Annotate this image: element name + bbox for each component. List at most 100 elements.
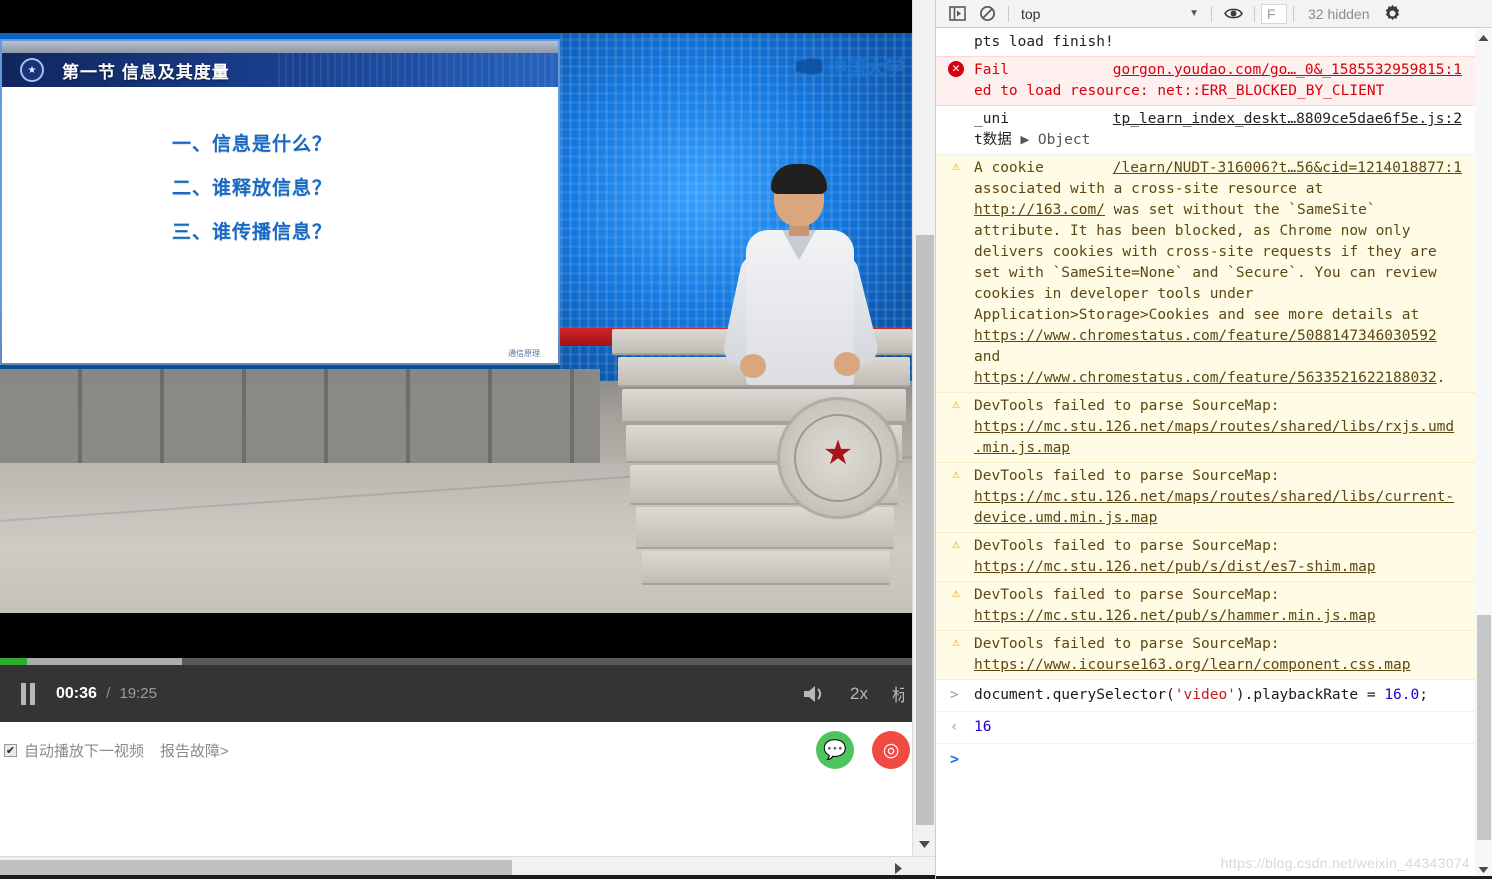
console-link[interactable]: https://www.chromestatus.com/feature/508… bbox=[974, 328, 1437, 344]
console-scroll-content: pts load finish! ✕ gorgon.youdao.com/go…… bbox=[936, 29, 1476, 879]
console-message-text: _uni bbox=[974, 111, 1009, 127]
gear-icon[interactable] bbox=[1378, 1, 1408, 27]
result-caret-icon: ‹ bbox=[950, 719, 959, 735]
console-filter-input[interactable]: F bbox=[1261, 3, 1287, 24]
console-message-text-cont: and bbox=[974, 349, 1001, 365]
console-link[interactable]: https://mc.stu.126.net/maps/routes/share… bbox=[974, 419, 1454, 456]
lecture-slide: ★ 第一节 信息及其度量 一、信息是什么？ 二、谁释放信息？ 三、谁传播信息？ … bbox=[2, 41, 558, 363]
video-control-right-group: 2x 标 bbox=[792, 681, 912, 706]
toolbar-divider bbox=[1293, 5, 1294, 22]
slide-line: 三、谁传播信息？ bbox=[172, 222, 333, 243]
console-vertical-scrollbar-thumb[interactable] bbox=[1477, 615, 1491, 840]
console-message[interactable]: ⚠ DevTools failed to parse SourceMap: ht… bbox=[936, 393, 1476, 463]
command-part2: ).playbackRate = bbox=[1235, 687, 1376, 703]
video-quality-button[interactable]: 标 bbox=[882, 681, 904, 706]
console-scroll-up-arrow-icon[interactable] bbox=[1475, 29, 1492, 47]
shield-emblem-icon: ★ bbox=[20, 58, 44, 82]
book-icon bbox=[795, 58, 822, 75]
mooc-watermark: 中国大学 bbox=[795, 53, 904, 80]
console-message-text: pts load finish! bbox=[974, 34, 1114, 50]
volume-icon[interactable] bbox=[792, 683, 836, 705]
chevron-down-icon: ▼ bbox=[1189, 8, 1199, 19]
console-link[interactable]: https://mc.stu.126.net/pub/s/hammer.min.… bbox=[974, 608, 1376, 624]
console-link[interactable]: https://www.icourse163.org/learn/compone… bbox=[974, 657, 1411, 673]
video-progress-played bbox=[0, 658, 28, 665]
video-time-display: 00:36 / 19:25 bbox=[56, 685, 157, 703]
warning-icon: ⚠ bbox=[952, 635, 960, 650]
slide-body: 一、信息是什么？ 二、谁释放信息？ 三、谁传播信息？ bbox=[2, 87, 558, 363]
video-progress-bar[interactable] bbox=[0, 658, 912, 665]
page-vertical-scrollbar-thumb[interactable] bbox=[916, 235, 934, 825]
video-time-separator: / bbox=[106, 684, 111, 702]
autoplay-label[interactable]: 自动播放下一视频 bbox=[24, 740, 144, 761]
slide-line: 二、谁释放信息？ bbox=[172, 178, 333, 199]
warning-icon: ⚠ bbox=[952, 159, 960, 174]
console-message-text: DevTools failed to parse SourceMap: bbox=[974, 538, 1280, 554]
console-link[interactable]: https://mc.stu.126.net/pub/s/dist/es7-sh… bbox=[974, 559, 1376, 575]
console-message-text-cont: . bbox=[1436, 370, 1446, 386]
warning-icon: ⚠ bbox=[952, 537, 960, 552]
video-under-bar: ✔ 自动播放下一视频 报告故障> 💬 ◎ bbox=[0, 722, 912, 778]
live-expression-eye-icon[interactable] bbox=[1218, 1, 1248, 27]
video-frame: ★ ★ 第一节 信息及其度量 一、信息是什么？ 二、谁释放信息？ 三、谁传播信息… bbox=[0, 33, 912, 613]
console-message[interactable]: tp_learn_index_deskt…8809ce5dae6f5e.js:2… bbox=[936, 106, 1476, 155]
console-source-link[interactable]: gorgon.youdao.com/go…_0&_1585532959815:1 bbox=[1113, 60, 1462, 81]
object-expand-toggle[interactable]: ▶ Object bbox=[1020, 132, 1090, 148]
console-command-result[interactable]: ‹ 16 bbox=[936, 712, 1476, 744]
console-message-text: DevTools failed to parse SourceMap: bbox=[974, 636, 1280, 652]
console-executed-command[interactable]: > document.querySelector('video').playbac… bbox=[936, 680, 1476, 712]
console-message-list[interactable]: pts load finish! ✕ gorgon.youdao.com/go…… bbox=[936, 29, 1492, 879]
autoplay-checkbox[interactable]: ✔ bbox=[4, 743, 17, 757]
console-result-value: 16 bbox=[974, 719, 992, 735]
window-bottom-edge bbox=[0, 875, 935, 879]
console-message[interactable]: ⚠ DevTools failed to parse SourceMap: ht… bbox=[936, 463, 1476, 533]
hidden-messages-count[interactable]: 32 hidden bbox=[1300, 6, 1378, 22]
command-part3: ; bbox=[1419, 687, 1428, 703]
lecturer-figure bbox=[720, 164, 882, 385]
console-message[interactable]: ⚠ /learn/NUDT-316006?t…56&cid=1214018877… bbox=[936, 155, 1476, 393]
clear-console-icon[interactable] bbox=[972, 1, 1002, 27]
console-link[interactable]: http://163.com/ bbox=[974, 202, 1105, 218]
toolbar-divider bbox=[1008, 5, 1009, 22]
execution-context-value: top bbox=[1021, 5, 1041, 22]
console-message[interactable]: ⚠ DevTools failed to parse SourceMap: ht… bbox=[936, 631, 1476, 680]
console-message-text-cont: was set without the `SameSite` attribute… bbox=[974, 202, 1437, 323]
console-message[interactable]: ✕ gorgon.youdao.com/go…_0&_1585532959815… bbox=[936, 56, 1476, 106]
console-sidebar-icon[interactable] bbox=[942, 1, 972, 27]
slide-top-bar bbox=[2, 41, 558, 53]
console-message[interactable]: ⚠ DevTools failed to parse SourceMap: ht… bbox=[936, 582, 1476, 631]
wechat-share-icon[interactable]: 💬 bbox=[816, 731, 854, 769]
execution-context-select[interactable]: top ▼ bbox=[1015, 3, 1205, 25]
warning-icon: ⚠ bbox=[952, 397, 960, 412]
devtools-console-panel: top ▼ F 32 hidden pts load finish! ✕ gor… bbox=[935, 0, 1492, 879]
console-message-text: Fail bbox=[974, 62, 1009, 78]
command-part1: document.querySelector( bbox=[974, 687, 1175, 703]
error-icon: ✕ bbox=[948, 61, 964, 77]
video-control-bar: 00:36 / 19:25 2x 标 bbox=[0, 665, 912, 722]
command-number-literal: 16.0 bbox=[1384, 687, 1420, 703]
console-message[interactable]: ⚠ DevTools failed to parse SourceMap: ht… bbox=[936, 533, 1476, 582]
console-message-text: DevTools failed to parse SourceMap: bbox=[974, 468, 1280, 484]
mooc-watermark-label: 中国大学 bbox=[827, 58, 904, 79]
console-link[interactable]: https://www.chromestatus.com/feature/563… bbox=[974, 370, 1437, 386]
console-source-link[interactable]: tp_learn_index_deskt…8809ce5dae6f5e.js:2 bbox=[1113, 109, 1462, 130]
report-problem-link[interactable]: 报告故障> bbox=[160, 740, 229, 761]
university-emblem-icon: ★ bbox=[777, 397, 899, 519]
scroll-down-arrow-icon[interactable] bbox=[913, 833, 935, 855]
pause-icon[interactable] bbox=[0, 665, 56, 722]
console-message-text-cont: ed to load resource: net::ERR_BLOCKED_BY… bbox=[974, 83, 1385, 99]
console-link[interactable]: https://mc.stu.126.net/maps/routes/share… bbox=[974, 489, 1454, 526]
slide-header: ★ 第一节 信息及其度量 bbox=[2, 53, 558, 87]
console-message[interactable]: pts load finish! bbox=[936, 29, 1476, 56]
weibo-share-icon[interactable]: ◎ bbox=[872, 731, 910, 769]
console-source-link[interactable]: /learn/NUDT-316006?t…56&cid=1214018877:1 bbox=[1113, 158, 1462, 179]
console-message-text: A bbox=[974, 160, 983, 176]
video-current-time: 00:36 bbox=[56, 684, 97, 702]
video-player-stage[interactable]: ★ ★ 第一节 信息及其度量 一、信息是什么？ 二、谁释放信息？ 三、谁传播信息… bbox=[0, 0, 912, 665]
slide-header-texture bbox=[278, 53, 558, 87]
console-prompt-row[interactable]: > bbox=[936, 744, 1476, 778]
console-message-text: DevTools failed to parse SourceMap: bbox=[974, 587, 1280, 603]
playback-speed-button[interactable]: 2x bbox=[836, 684, 882, 704]
slide-footnote: 通信原理 bbox=[508, 349, 540, 358]
page-vertical-scrollbar[interactable] bbox=[912, 0, 935, 879]
